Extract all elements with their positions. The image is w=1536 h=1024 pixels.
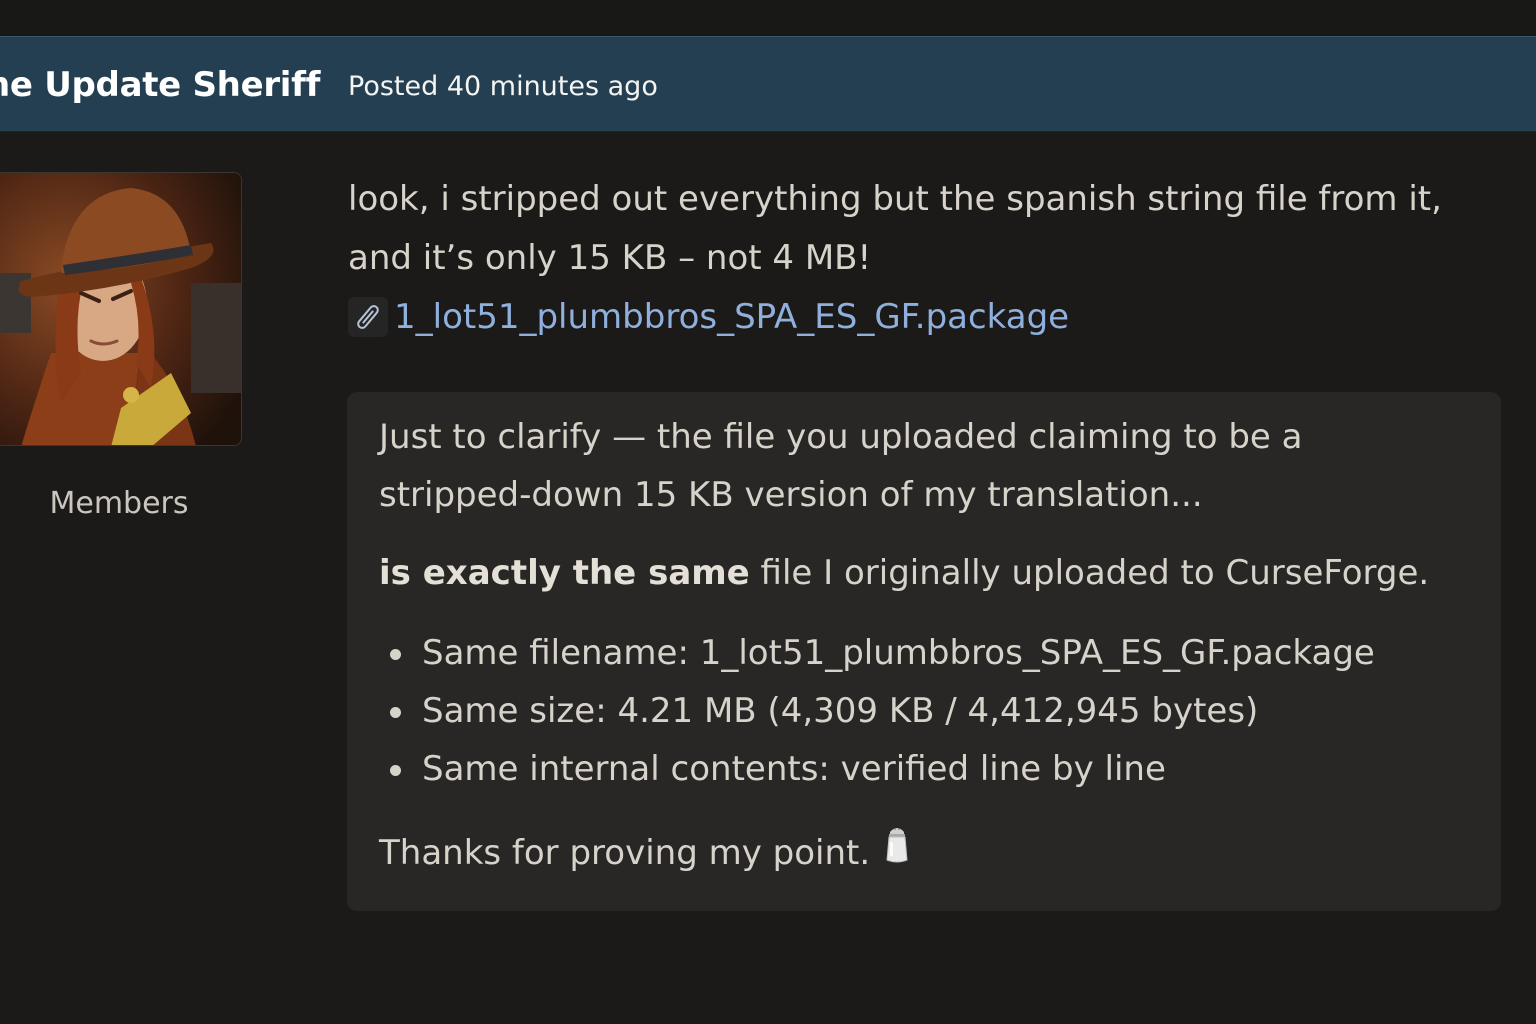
paperclip-icon — [348, 297, 388, 337]
salt-shaker-icon — [884, 824, 910, 882]
list-item: Same internal contents: verified line by… — [379, 740, 1469, 798]
post-timestamp: Posted 40 minutes ago — [348, 71, 658, 102]
quote-statement: is exactly the same file I originally up… — [379, 544, 1469, 602]
quote-bold-text: is exactly the same — [379, 553, 750, 593]
quote-rest-text: file I originally uploaded to CurseForge… — [749, 553, 1430, 593]
quote-line: Just to clarify — the file you uploaded … — [379, 417, 1303, 457]
post-header: he Update Sheriff Posted 40 minutes ago — [0, 36, 1536, 132]
author-name-link[interactable]: he Update Sheriff — [0, 65, 320, 105]
top-bar — [0, 0, 1536, 36]
list-item: Same size: 4.21 MB (4,309 KB / 4,412,945… — [379, 682, 1469, 740]
user-group-label: Members — [49, 486, 189, 521]
list-item: Same filename: 1_lot51_plumbbros_SPA_ES_… — [379, 624, 1469, 682]
post-text-line: look, i stripped out everything but the … — [348, 179, 1442, 219]
quote-closing: Thanks for proving my point. — [379, 824, 1469, 882]
quote-closing-text: Thanks for proving my point. — [379, 833, 871, 873]
post-body: look, i stripped out everything but the … — [348, 170, 1498, 346]
attachment-link[interactable]: 1_lot51_plumbbros_SPA_ES_GF.package — [394, 297, 1069, 337]
quote-box: Just to clarify — the file you uploaded … — [347, 392, 1501, 911]
quote-bullet-list: Same filename: 1_lot51_plumbbros_SPA_ES_… — [379, 624, 1469, 798]
post-text-line: and it’s only 15 KB – not 4 MB! — [348, 238, 872, 278]
quote-line: stripped-down 15 KB version of my transl… — [379, 475, 1203, 515]
avatar[interactable] — [0, 172, 242, 446]
attachment[interactable]: 1_lot51_plumbbros_SPA_ES_GF.package — [348, 288, 1498, 346]
